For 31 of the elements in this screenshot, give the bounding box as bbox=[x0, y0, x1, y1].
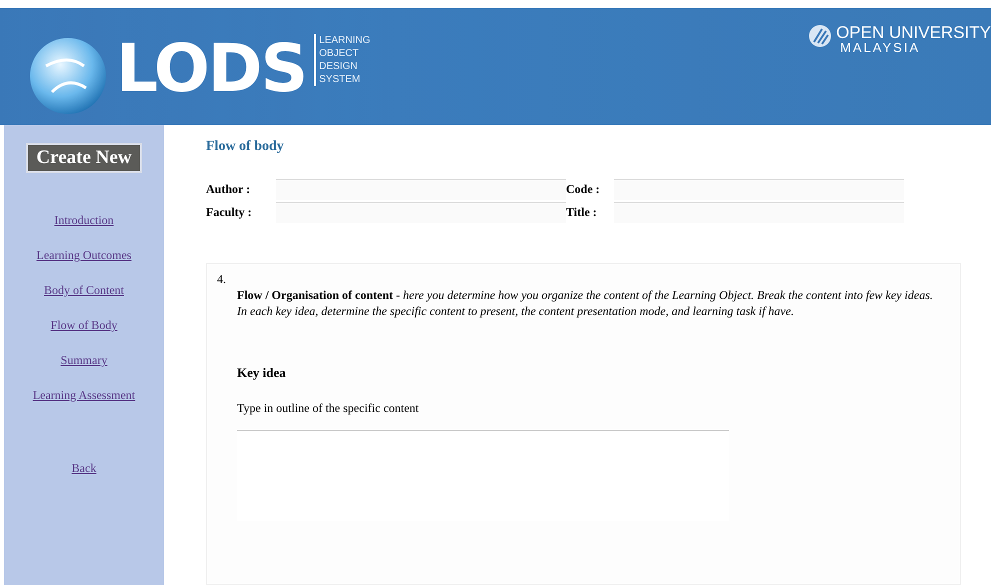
sidebar-link[interactable]: Flow of Body bbox=[50, 318, 118, 333]
instruction-text: In each key idea, determine the specific content to present, the content presentation mode, and learning task if have. bbox=[237, 303, 795, 319]
sidebar-link[interactable]: Body of Content bbox=[44, 283, 124, 298]
field-label: Title : bbox=[566, 205, 598, 220]
field-label: Author : bbox=[206, 182, 252, 197]
instruction-text: Flow / Organisation of content - here you determine how you organize the content of the Learning Object. Break the content into few key ideas. bbox=[237, 287, 934, 303]
field-label: Faculty : bbox=[206, 205, 253, 220]
field-label: Code : bbox=[566, 182, 601, 197]
logo-subtitle: SYSTEM bbox=[319, 73, 362, 86]
university-logo-icon bbox=[808, 24, 832, 48]
university-name: OPEN UNIVERSITY bbox=[836, 24, 991, 42]
section-heading: Key idea bbox=[237, 365, 287, 381]
university-name: MALAYSIA bbox=[840, 42, 922, 54]
input-field[interactable] bbox=[276, 179, 566, 200]
input-field[interactable] bbox=[276, 202, 566, 223]
logo-subtitle: OBJECT bbox=[319, 47, 360, 60]
create-new-button[interactable]: Create New bbox=[26, 143, 142, 173]
sidebar-link[interactable]: Introduction bbox=[54, 213, 114, 228]
sidebar-link[interactable]: Learning Outcomes bbox=[36, 248, 132, 263]
logo-subtitle: DESIGN bbox=[319, 60, 358, 73]
back-link[interactable]: Back bbox=[72, 461, 96, 476]
prompt-text: Type in outline of the specific content bbox=[237, 401, 420, 416]
section-number: 4. bbox=[217, 272, 227, 287]
input-field[interactable] bbox=[614, 179, 904, 200]
sidebar-link[interactable]: Learning Assessment bbox=[32, 388, 136, 403]
sidebar-link[interactable]: Summary bbox=[60, 353, 108, 368]
logo-subtitle: LEARNING bbox=[319, 34, 370, 47]
globe-icon bbox=[28, 36, 108, 116]
page-title: Flow of body bbox=[206, 139, 285, 155]
logo-text: LODS bbox=[116, 36, 306, 102]
input-field[interactable] bbox=[614, 202, 904, 223]
